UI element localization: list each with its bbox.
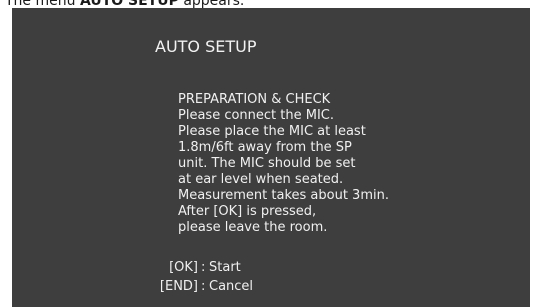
key-separator: : <box>201 279 206 294</box>
instruction-line: 1.8m/6ft away from the SP <box>178 140 352 155</box>
screen-title: AUTO SETUP <box>155 37 257 56</box>
key-legend: [OK] : Start [END] : Cancel <box>12 258 312 296</box>
ok-key-label: [OK] <box>169 260 198 275</box>
instruction-line: After [OK] is pressed, <box>178 204 317 219</box>
instruction-line: at ear level when seated. <box>178 172 344 187</box>
start-action-label: Start <box>209 260 241 275</box>
instruction-line: Please place the MIC at least <box>178 124 366 139</box>
instruction-text: PREPARATION & CHECK Please connect the M… <box>178 92 389 236</box>
instruction-line: Measurement takes about 3min. <box>178 188 389 203</box>
cancel-action-label: Cancel <box>209 279 254 294</box>
key-separator: : <box>201 260 206 275</box>
auto-setup-screen: AUTO SETUP PREPARATION & CHECK Please co… <box>12 8 530 307</box>
end-key-label: [END] <box>159 279 198 294</box>
end-cancel-option[interactable]: [END] : Cancel <box>12 277 312 296</box>
ok-start-option[interactable]: [OK] : Start <box>12 258 312 277</box>
instruction-line: PREPARATION & CHECK <box>178 92 331 107</box>
instruction-line: please leave the room. <box>178 220 328 235</box>
instruction-line: unit. The MIC should be set <box>178 156 356 171</box>
instruction-line: Please connect the MIC. <box>178 108 334 123</box>
